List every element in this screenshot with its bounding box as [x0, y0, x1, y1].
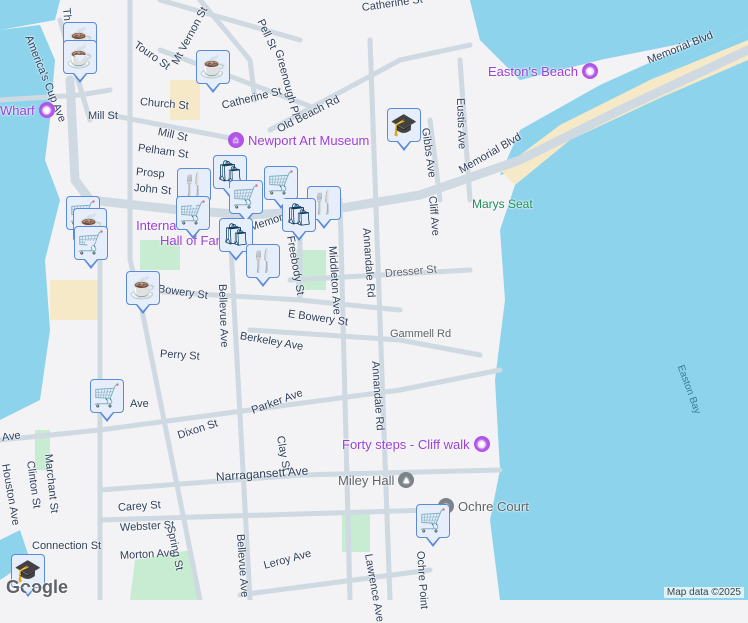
marker-grocery[interactable]: 🛒	[90, 379, 124, 422]
poi-label: Miley Hall	[338, 472, 395, 488]
poi-ochre-court[interactable]: ●Ochre Court	[438, 498, 529, 514]
poi-miley-hall[interactable]: Miley Hall ▲	[338, 472, 415, 488]
school-icon: ▲	[398, 472, 415, 488]
marker-cafe[interactable]: ☕	[196, 50, 230, 93]
poi-eastons-beach[interactable]: Easton's Beach ◉	[488, 63, 598, 79]
camera-icon: ◉	[581, 63, 598, 79]
poi-marys-seat[interactable]: Marys Seat	[472, 197, 533, 211]
street-label: Ave	[130, 398, 149, 410]
map-canvas[interactable]	[0, 0, 748, 600]
marker-grocery[interactable]: 🛒	[416, 504, 450, 547]
cart-icon: 🛒	[419, 508, 447, 533]
street-label: Connection St	[32, 540, 102, 552]
street-label: Mill St	[88, 110, 118, 122]
coffee-icon: ☕	[199, 54, 227, 79]
poi-label: Forty steps - Cliff walk	[342, 436, 470, 452]
coffee-icon: ☕	[129, 275, 157, 300]
marker-restaurant[interactable]: 🍴	[246, 244, 280, 287]
poi-wharf[interactable]: Wharf ◉	[0, 102, 55, 118]
marker-cafe[interactable]: ☕	[126, 271, 160, 314]
poi-label: Wharf	[0, 102, 35, 118]
cart-icon: 🛒	[232, 184, 260, 209]
poi-newport-art-museum[interactable]: ⌂ Newport Art Museum	[228, 132, 369, 148]
fork-knife-icon: 🍴	[249, 248, 277, 273]
street-label: Bellevue Ave	[216, 283, 231, 348]
poi-label: Newport Art Museum	[248, 132, 370, 148]
marker-grocery[interactable]: 🛒	[264, 166, 298, 209]
marker-grocery[interactable]: 🛒	[229, 180, 263, 223]
street-label: Gammell Rd	[390, 328, 452, 340]
poi-forty-steps[interactable]: Forty steps - Cliff walk ◉	[342, 436, 490, 452]
cart-icon: 🛒	[93, 383, 121, 408]
shopping-bag-icon: 🛍	[222, 222, 250, 247]
marker-school[interactable]: 🎓	[387, 108, 421, 151]
shopping-bag-icon: 🛍	[285, 202, 313, 227]
street-label: Eustis Ave	[454, 97, 468, 150]
fork-knife-icon: 🍴	[180, 172, 208, 197]
camera-icon: ◉	[473, 436, 490, 452]
poi-hall-of-fame[interactable]: International Hall of Fame	[110, 218, 234, 248]
poi-label: Ochre Court	[458, 498, 529, 514]
museum-icon: ⌂	[228, 132, 244, 148]
poi-label: Easton's Beach	[488, 63, 578, 79]
cart-icon: 🛒	[267, 170, 295, 195]
street-label: Th	[60, 7, 74, 22]
poi-label: Marys Seat	[472, 197, 533, 211]
street-label: Prosp	[135, 166, 166, 181]
google-logo: Google	[6, 577, 68, 597]
map-attribution[interactable]: Map data ©2025	[663, 587, 744, 598]
school-icon: 🎓	[390, 112, 418, 137]
camera-icon: ◉	[38, 102, 55, 118]
marker-shopping[interactable]: 🛍	[282, 198, 316, 241]
